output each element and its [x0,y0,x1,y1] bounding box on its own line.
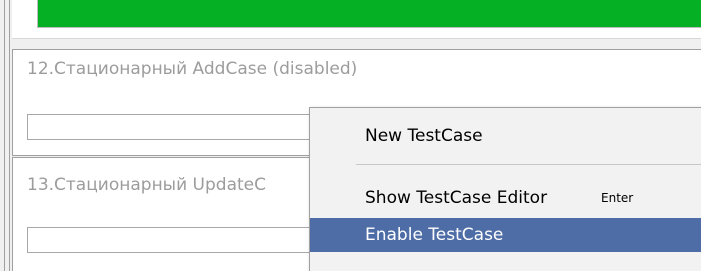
left-frame-border [4,0,5,271]
menu-item-label: Enable TestCase [365,225,504,245]
left-frame-border-inner [9,0,10,271]
menu-separator [356,164,701,165]
progress-bar [37,0,701,28]
progress-bar-fill [38,0,701,27]
menu-item-enable-testcase[interactable]: Enable TestCase [310,218,701,252]
progress-panel [12,0,701,39]
menu-item-label: Show TestCase Editor [365,188,548,208]
test-runner-window: 12.Стационарный AddCase (disabled) 13.Ст… [0,0,701,271]
testcase-title: 13.Стационарный UpdateC [27,175,266,195]
menu-item-shortcut: Enter [601,191,634,205]
testcase-title: 12.Стационарный AddCase (disabled) [27,59,358,79]
menu-item-label: New TestCase [365,126,483,146]
menu-item-new-testcase[interactable]: New TestCase [310,119,701,153]
menu-item-show-testcase-editor[interactable]: Show TestCase Editor Enter [310,181,701,215]
context-menu: New TestCase Show TestCase Editor Enter … [309,107,701,271]
